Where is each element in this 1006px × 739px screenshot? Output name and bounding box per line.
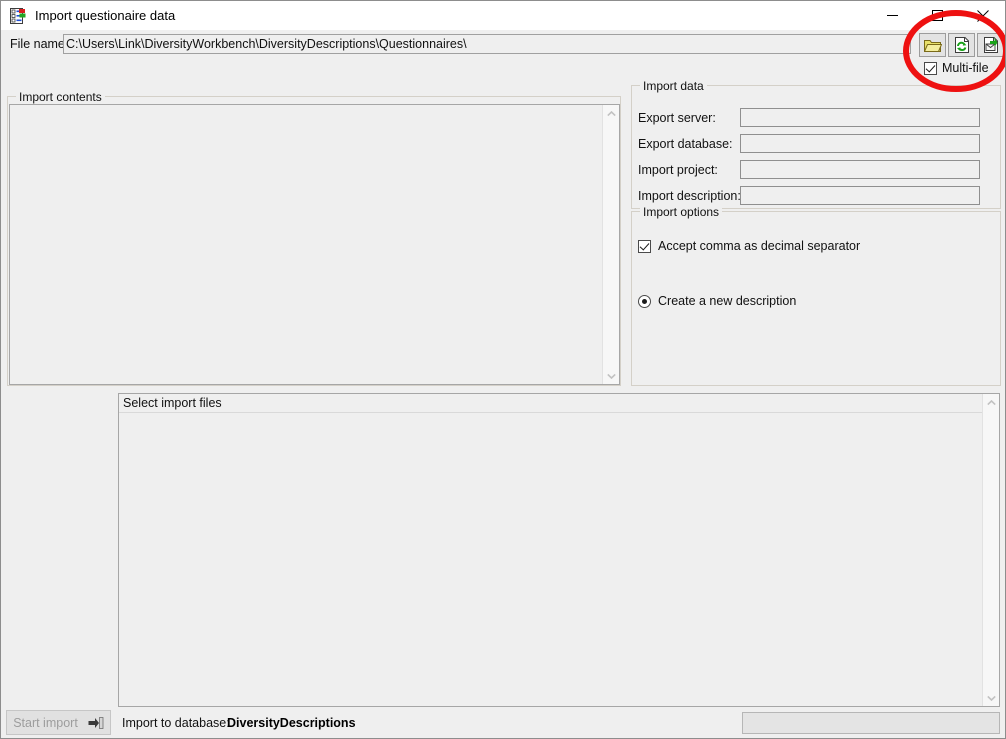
export-file-button[interactable] [977,33,1004,57]
multifile-label: Multi-file [942,61,989,75]
bottom-bar: Start import Import to database: Diversi… [1,707,1005,738]
close-icon[interactable] [960,1,1005,30]
select-import-files-scrollbar[interactable] [982,394,999,706]
maximize-icon[interactable] [915,1,960,30]
select-import-files-pane[interactable]: Select import files [118,393,1000,707]
import-options-group: Import options Accept comma as decimal s… [631,211,1001,386]
multifile-checkbox[interactable] [924,62,937,75]
file-name-input[interactable] [63,34,911,54]
export-database-label: Export database: [638,137,733,151]
import-data-group: Import data Export server: Export databa… [631,85,1001,209]
window-controls [870,1,1005,30]
scroll-down-icon[interactable] [603,367,620,384]
document-refresh-icon [954,37,970,53]
import-contents-title: Import contents [16,90,105,104]
import-project-label: Import project: [638,163,718,177]
minimize-icon[interactable] [870,1,915,30]
select-import-files-header: Select import files [119,394,983,413]
start-import-button[interactable]: Start import [6,710,111,735]
import-to-database-value: DiversityDescriptions [227,716,356,730]
create-new-description-label: Create a new description [658,294,796,308]
file-toolbar [919,33,1004,57]
accept-comma-separator-label: Accept comma as decimal separator [658,239,860,253]
import-contents-pane[interactable] [9,104,620,385]
scroll-up-icon[interactable] [983,394,1000,411]
import-to-database-label: Import to database: [122,716,230,730]
export-server-field[interactable] [740,108,980,127]
file-name-label: File name: [10,37,68,51]
import-description-label: Import description: [638,189,741,203]
export-server-label: Export server: [638,111,716,125]
progress-status-field [742,712,1000,734]
arrow-right-icon [88,716,104,730]
title-bar: Import questionaire data [1,1,1005,30]
import-description-field[interactable] [740,186,980,205]
scroll-up-icon[interactable] [603,105,620,122]
file-name-row: File name: [1,30,1005,61]
open-folder-button[interactable] [919,33,946,57]
accept-comma-separator-checkbox[interactable] [638,240,651,253]
document-send-icon [983,37,999,53]
import-contents-group: Import contents [7,96,621,386]
refresh-file-button[interactable] [948,33,975,57]
scroll-down-icon[interactable] [983,689,1000,706]
create-new-description-radio[interactable] [638,295,651,308]
select-import-files-header-label: Select import files [119,396,222,410]
accept-comma-separator-row[interactable]: Accept comma as decimal separator [638,239,860,253]
folder-open-icon [924,38,942,53]
window-title: Import questionaire data [35,8,175,23]
form-list-icon [10,8,26,24]
import-data-title: Import data [640,79,707,93]
import-contents-scrollbar[interactable] [602,105,619,384]
import-questionaire-dialog: Import questionaire data File name: [0,0,1006,739]
export-database-field[interactable] [740,134,980,153]
multifile-checkbox-row[interactable]: Multi-file [924,61,989,75]
create-new-description-row[interactable]: Create a new description [638,294,796,308]
import-project-field[interactable] [740,160,980,179]
import-options-title: Import options [640,205,722,219]
start-import-label: Start import [13,716,78,730]
